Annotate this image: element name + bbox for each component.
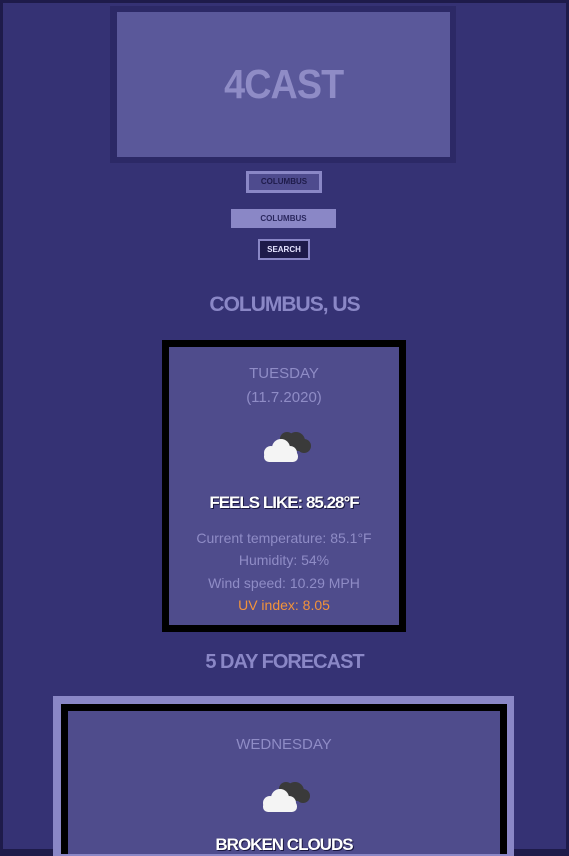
broken-clouds-icon [264,432,311,462]
current-temperature: Current temperature: 85.1°F [196,530,372,546]
feels-like-temperature: FEELS LIKE: 85.28°F [209,493,359,512]
app-logo: 4CAST [223,61,344,107]
uv-index: UV index: 8.05 [238,597,330,613]
current-city-title: COLUMBUS, US [209,293,360,316]
header-panel: 4CAST [117,12,450,157]
forecast-day: WEDNESDAY [236,736,332,753]
forecast-day-card: WEDNESDAY BROKEN CLOUDS [61,704,507,854]
broken-clouds-icon [263,782,310,812]
wind-speed: Wind speed: 10.29 MPH [208,575,360,591]
search-history-button-columbus[interactable]: COLUMBUS [246,171,322,193]
forecast-heading: 5 DAY FORECAST [205,651,364,673]
current-day: TUESDAY [249,365,319,382]
humidity: Humidity: 54% [238,552,330,568]
search-button[interactable]: SEARCH [258,239,310,260]
current-weather-card: TUESDAY (11.7.2020) FEELS LIKE: 85.28°F … [162,340,406,632]
city-search-input[interactable] [231,209,336,228]
forecast-description: BROKEN CLOUDS [215,835,353,854]
current-date: (11.7.2020) [246,389,322,406]
